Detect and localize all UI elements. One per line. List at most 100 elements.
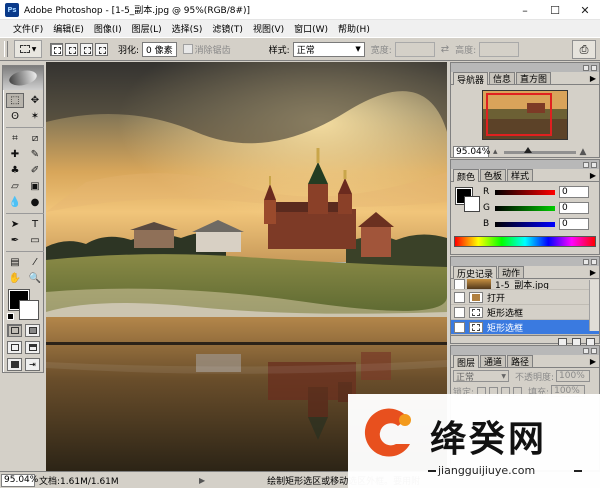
add-selection-button[interactable] [65, 42, 78, 56]
width-input[interactable] [394, 41, 435, 57]
lasso-tool[interactable]: ʘ [6, 109, 24, 124]
history-source-checkbox[interactable] [454, 279, 465, 289]
tab-styles[interactable]: 样式 [507, 169, 534, 182]
new-selection-button[interactable] [50, 42, 63, 56]
palette-menu-icon[interactable]: ▶ [590, 171, 596, 180]
move-tool[interactable]: ✥ [26, 93, 44, 108]
marquee-tool[interactable]: ⬚ [6, 93, 24, 108]
close-button[interactable]: ✕ [570, 0, 600, 20]
menu-image[interactable]: 图像(I) [89, 22, 127, 35]
minimize-button[interactable]: – [510, 0, 540, 20]
palette-titlebar[interactable] [451, 346, 599, 355]
palette-menu-icon[interactable]: ▶ [590, 268, 596, 277]
options-grip[interactable] [4, 41, 8, 57]
tab-channels[interactable]: 通道 [480, 355, 507, 368]
hand-tool[interactable]: ✋ [6, 271, 24, 286]
palette-minimize-icon[interactable] [583, 347, 589, 354]
swap-dimensions-icon[interactable]: ⇄ [441, 44, 449, 55]
palette-close-icon[interactable] [591, 64, 597, 71]
background-color-swatch[interactable] [19, 300, 39, 320]
history-source-checkbox[interactable] [454, 306, 465, 318]
red-value-input[interactable]: 0 [559, 186, 589, 198]
menu-filter[interactable]: 滤镜(T) [207, 22, 248, 35]
color-ramp[interactable] [454, 236, 596, 247]
zoom-tool[interactable]: 🔍 [26, 271, 44, 286]
default-colors-icon[interactable] [7, 313, 14, 320]
history-state-row[interactable]: 矩形选框 [451, 305, 599, 320]
navigator-zoom-field[interactable]: 95.04% [453, 146, 490, 158]
menu-window[interactable]: 窗口(W) [289, 22, 333, 35]
path-selection-tool[interactable]: ➤ [6, 217, 24, 232]
palette-minimize-icon[interactable] [583, 161, 589, 168]
opacity-input[interactable]: 100% [556, 370, 591, 382]
palette-close-icon[interactable] [591, 347, 597, 354]
jump-to-imageready-button[interactable]: ⇥ [25, 358, 40, 371]
tab-history[interactable]: 历史记录 [453, 266, 498, 280]
tab-color[interactable]: 颜色 [453, 169, 480, 183]
red-slider[interactable] [495, 189, 555, 195]
palette-close-icon[interactable] [591, 258, 597, 265]
notes-tool[interactable]: ▤ [6, 255, 24, 270]
status-zoom-field[interactable]: 95.04% [1, 473, 38, 487]
history-source-checkbox[interactable] [454, 291, 465, 303]
history-scrollbar[interactable] [589, 280, 599, 331]
gradient-tool[interactable]: ▣ [26, 179, 44, 194]
palette-well-button[interactable]: ⎙ [572, 40, 596, 59]
healing-brush-tool[interactable]: ✚ [6, 147, 24, 162]
green-value-input[interactable]: 0 [559, 202, 589, 214]
slice-tool[interactable]: ⧄ [26, 131, 44, 146]
tab-info[interactable]: 信息 [489, 72, 516, 85]
blue-slider[interactable] [495, 221, 555, 227]
feather-input[interactable]: 0 像素 [142, 41, 177, 57]
palette-minimize-icon[interactable] [583, 258, 589, 265]
tab-layers[interactable]: 图层 [453, 355, 480, 369]
tab-navigator[interactable]: 导航器 [453, 72, 489, 86]
magic-wand-tool[interactable]: ✶ [26, 109, 44, 124]
eyedropper-tool[interactable]: ⁄ [26, 255, 44, 270]
navigator-zoom-slider[interactable] [503, 146, 576, 154]
subtract-selection-button[interactable] [80, 42, 93, 56]
navigator-preview[interactable] [451, 85, 599, 145]
tab-actions[interactable]: 动作 [498, 266, 525, 279]
quick-mask-button[interactable] [25, 324, 40, 337]
eraser-tool[interactable]: ▱ [6, 179, 24, 194]
brush-tool[interactable]: ✎ [26, 147, 44, 162]
tab-paths[interactable]: 路径 [507, 355, 534, 368]
full-screen-button[interactable] [7, 358, 22, 371]
menu-help[interactable]: 帮助(H) [333, 22, 375, 35]
history-state-row-selected[interactable]: 矩形选框 [451, 320, 599, 335]
antialias-checkbox[interactable] [182, 44, 193, 54]
history-brush-tool[interactable]: ✐ [26, 163, 44, 178]
maximize-button[interactable]: ☐ [540, 0, 570, 20]
status-menu-arrow-icon[interactable]: ▶ [199, 476, 205, 485]
palette-menu-icon[interactable]: ▶ [590, 74, 596, 83]
blur-tool[interactable]: 💧 [6, 195, 24, 210]
palette-close-icon[interactable] [591, 161, 597, 168]
palette-minimize-icon[interactable] [583, 64, 589, 71]
tool-preset-picker[interactable]: ▼ [14, 40, 42, 58]
menu-select[interactable]: 选择(S) [167, 22, 208, 35]
dodge-tool[interactable]: ● [26, 195, 44, 210]
crop-tool[interactable]: ⌗ [6, 131, 24, 146]
history-source-checkbox[interactable] [454, 321, 465, 333]
menu-view[interactable]: 视图(V) [248, 22, 289, 35]
full-screen-menu-button[interactable] [25, 341, 40, 354]
zoom-out-icon[interactable]: ▴ [493, 147, 498, 157]
menu-layer[interactable]: 图层(L) [127, 22, 167, 35]
menu-edit[interactable]: 编辑(E) [48, 22, 89, 35]
adobe-online-logo[interactable] [3, 66, 43, 90]
history-state-row[interactable]: 打开 [451, 290, 599, 305]
shape-tool[interactable]: ▭ [26, 233, 44, 248]
type-tool[interactable]: T [26, 217, 44, 232]
standard-mode-button[interactable] [7, 324, 22, 337]
zoom-in-icon[interactable]: ▲ [580, 147, 587, 157]
tab-swatches[interactable]: 色板 [480, 169, 507, 182]
intersect-selection-button[interactable] [95, 42, 108, 56]
history-snapshot-row[interactable]: 1-5_副本.jpg [451, 279, 599, 290]
tab-histogram[interactable]: 直方图 [516, 72, 552, 85]
color-background-swatch[interactable] [464, 196, 480, 212]
palette-titlebar[interactable] [451, 160, 599, 169]
palette-titlebar[interactable] [451, 257, 599, 266]
pen-tool[interactable]: ✒ [6, 233, 24, 248]
menu-file[interactable]: 文件(F) [8, 22, 48, 35]
